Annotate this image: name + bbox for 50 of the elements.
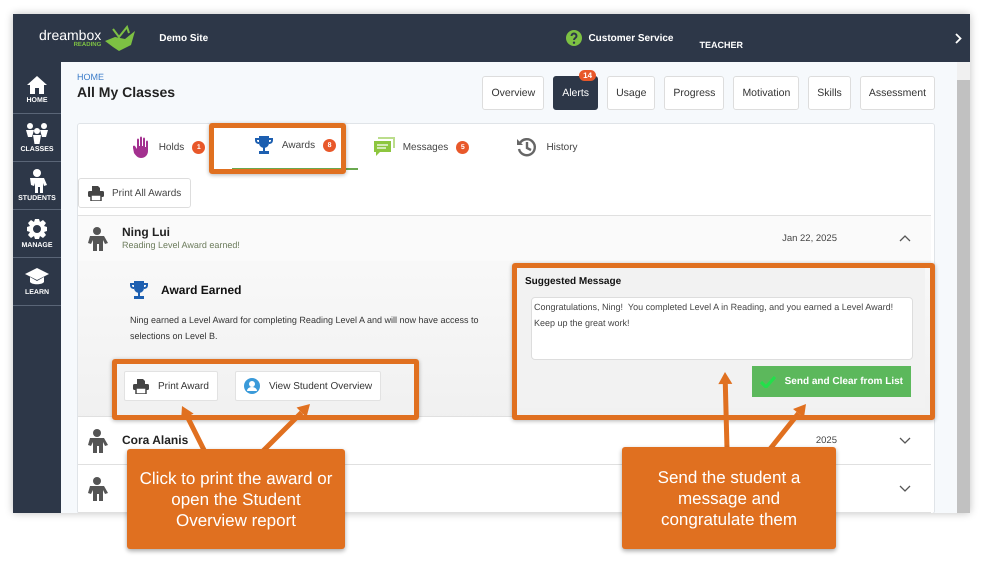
person-icon [27,169,47,193]
award-description: Ning earned a Level Award for completing Reading Level A and will now have access to selections on Level B. [130,314,480,343]
house-icon [26,75,48,95]
chat-icon [372,137,395,157]
trophy-icon [254,135,274,155]
view-tab[interactable]: Motivation [733,76,800,110]
gear-icon [26,218,48,240]
student-avatar-icon [244,378,260,394]
scrollbar[interactable] [957,62,970,513]
check-icon [760,376,776,388]
history-icon [516,136,538,158]
person-icon [86,226,108,250]
alert-description: Reading Level Award earned! [122,240,240,252]
alert-date: Jan 22, 2025 [782,233,837,244]
help-icon [566,30,582,46]
callout-text: Click to print the award or open the Student Overview report [127,449,345,549]
student-name: Cora Alanis [122,432,188,448]
view-tab[interactable]: Skills [808,76,851,110]
print-award-button[interactable]: Print Award [124,371,218,401]
award-heading: Award Earned [161,283,242,297]
graduation-cap-icon [24,267,50,287]
user-role: TEACHER [699,40,743,50]
suggested-message-heading: Suggested Message [525,276,622,287]
chevron-right-icon[interactable] [955,32,962,44]
message-field[interactable]: Congratulations, Ning! You completed Level A in Reading, and you earned a Level Award! Keep up the great work! [531,297,913,360]
chevron-down-icon[interactable] [899,437,911,444]
view-tab[interactable]: Assessment [860,76,935,110]
hand-icon [132,136,151,158]
page-title: All My Classes [77,84,176,100]
alert-date: 2025 [816,435,837,446]
site-name: Demo Site [159,32,208,44]
view-tab[interactable]: Overview [482,76,544,110]
customer-service-link[interactable]: Customer Service [566,30,674,46]
chevron-up-icon[interactable] [899,235,911,242]
trophy-icon [129,280,149,300]
print-all-button[interactable]: Print All Awards [78,178,192,208]
view-tab[interactable]: Progress [664,76,724,110]
alert-tab[interactable]: History [484,124,610,170]
group-icon [24,122,50,144]
view-tab[interactable]: Usage [607,76,656,110]
chevron-down-icon[interactable] [899,485,911,492]
printer-icon [133,378,149,394]
student-overview-button[interactable]: View Student Overview [234,371,382,401]
student-name: Ning Lui [122,224,171,240]
breadcrumb-link[interactable]: HOME [77,72,176,82]
count-badge: 14 [579,70,596,81]
person-icon [86,428,108,452]
callout-text: Send the student a message and congratulate them [622,447,836,549]
person-icon [86,476,108,500]
printer-icon [88,186,104,200]
